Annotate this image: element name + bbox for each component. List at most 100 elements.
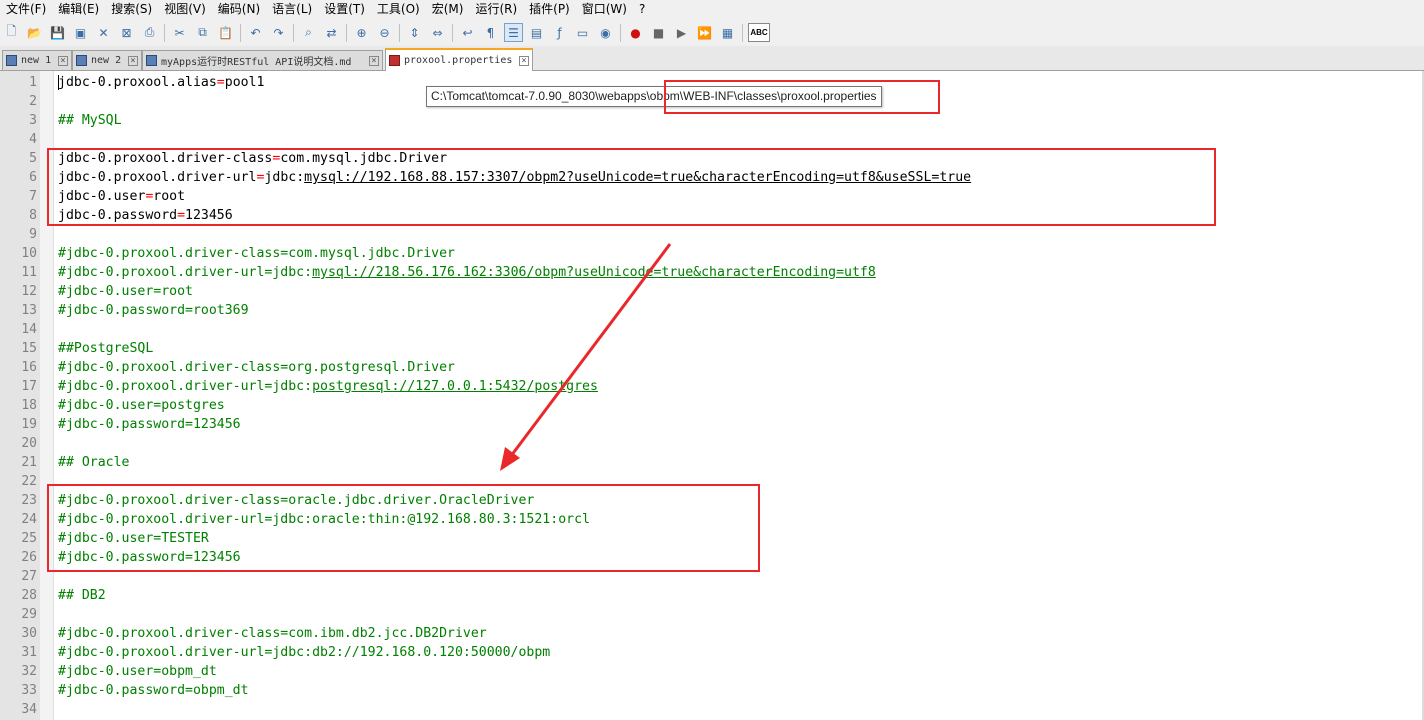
function-list-icon[interactable]: ƒ — [550, 23, 569, 42]
close-icon[interactable]: ✕ — [94, 23, 113, 42]
close-all-icon[interactable]: ⊠ — [117, 23, 136, 42]
doc-map-icon[interactable]: ▤ — [527, 23, 546, 42]
comment-body: #jdbc-0.proxool.driver-class=org.postgre… — [58, 360, 455, 375]
comment-body: #jdbc-0.password=123456 — [58, 550, 241, 565]
print-icon[interactable]: ⎙ — [140, 23, 159, 42]
save-icon[interactable]: 💾 — [48, 23, 67, 42]
tab-close-icon[interactable]: × — [519, 55, 529, 66]
comment-body: #jdbc-0.proxool.driver-url=jdbc:db2://19… — [58, 645, 551, 660]
menu-item-0[interactable]: 文件(F) — [0, 0, 52, 19]
code-line: 9 — [0, 225, 1424, 244]
toolbar-separator — [399, 23, 400, 42]
menu-item-9[interactable]: 运行(R) — [469, 0, 523, 19]
url-link[interactable]: postgresql://127.0.0.1:5432/postgres — [312, 379, 598, 394]
menu-item-3[interactable]: 视图(V) — [158, 0, 212, 19]
code-line: 6 jdbc-0.proxool.driver-url=jdbc:mysql://… — [0, 168, 1424, 187]
redo-icon[interactable]: ↷ — [269, 23, 288, 42]
menu-item-12[interactable]: ? — [633, 0, 651, 19]
code-text: jdbc-0.proxool.driver-class=com.mysql.jd… — [58, 149, 447, 168]
save-macro-icon[interactable]: ▦ — [718, 23, 737, 42]
cut-icon[interactable]: ✂ — [170, 23, 189, 42]
tab-2[interactable]: myApps运行时RESTful API说明文档.md × — [142, 50, 383, 70]
code-line: 32 #jdbc-0.user=obpm_dt — [0, 662, 1424, 681]
code-line: 18 #jdbc-0.user=postgres — [0, 396, 1424, 415]
paste-icon[interactable]: 📋 — [216, 23, 235, 42]
line-number: 3 — [29, 113, 37, 128]
menu-item-11[interactable]: 窗口(W) — [576, 0, 633, 19]
code-line: 27 — [0, 567, 1424, 586]
tab-label: new 1 — [21, 55, 52, 66]
editor[interactable]: 1 jdbc-0.proxool.alias=pool1 2 3 ## MySQL 4 5 j… — [0, 71, 1424, 720]
tab-1[interactable]: new 2 × — [72, 50, 142, 70]
menu-item-7[interactable]: 工具(O) — [371, 0, 426, 19]
monitor-icon[interactable]: ◉ — [596, 23, 615, 42]
comment-text: #jdbc-0.proxool.driver-url=jdbc:postgres… — [58, 377, 598, 396]
line-number: 5 — [29, 151, 37, 166]
tab-3[interactable]: proxool.properties × — [385, 48, 533, 71]
line-number: 17 — [21, 379, 37, 394]
tab-label: myApps运行时RESTful API说明文档.md — [161, 57, 352, 68]
comment-text: ##PostgreSQL — [58, 339, 153, 358]
comment-body: #jdbc-0.user=TESTER — [58, 531, 209, 546]
property-value: pool1 — [224, 75, 265, 90]
comment-body: #jdbc-0.password=123456 — [58, 417, 241, 432]
code-line: 13 #jdbc-0.password=root369 — [0, 301, 1424, 320]
menu-item-4[interactable]: 编码(N) — [212, 0, 266, 19]
run-macro-multiple-icon[interactable]: ⏩ — [695, 23, 714, 42]
undo-icon[interactable]: ↶ — [246, 23, 265, 42]
zoom-in-icon[interactable]: ⊕ — [352, 23, 371, 42]
wrap-icon[interactable]: ↩ — [458, 23, 477, 42]
play-macro-icon[interactable]: ▶ — [672, 23, 691, 42]
zoom-out-icon[interactable]: ⊖ — [375, 23, 394, 42]
tab-close-icon[interactable]: × — [369, 55, 379, 66]
show-all-chars-icon[interactable]: ¶ — [481, 23, 500, 42]
property-value: jdbc: — [264, 170, 305, 185]
comment-body: #jdbc-0.proxool.driver-class=oracle.jdbc… — [58, 493, 535, 508]
sync-vertical-icon[interactable]: ⇕ — [405, 23, 424, 42]
comment-body: #jdbc-0.proxool.driver-class=com.mysql.j… — [58, 246, 455, 261]
file-path-tooltip: C:\Tomcat\tomcat-7.0.90_8030\webapps\obp… — [426, 86, 882, 107]
code-line: 30 #jdbc-0.proxool.driver-class=com.ibm.d… — [0, 624, 1424, 643]
code-line: 5 jdbc-0.proxool.driver-class=com.mysql.j… — [0, 149, 1424, 168]
indent-guide-icon[interactable]: ☰ — [504, 23, 523, 42]
spellcheck-icon[interactable]: ABC — [748, 23, 770, 42]
line-number: 13 — [21, 303, 37, 318]
property-value: com.mysql.jdbc.Driver — [280, 151, 448, 166]
line-number: 31 — [21, 645, 37, 660]
line-number: 11 — [21, 265, 37, 280]
menu-item-5[interactable]: 语言(L) — [266, 0, 318, 19]
url-link[interactable]: mysql://218.56.176.162:3306/obpm?useUnic… — [312, 265, 876, 280]
tab-close-icon[interactable]: × — [58, 55, 68, 66]
menu-item-8[interactable]: 宏(M) — [426, 0, 470, 19]
save-all-icon[interactable]: ▣ — [71, 23, 90, 42]
menu-item-10[interactable]: 插件(P) — [523, 0, 576, 19]
menu-item-2[interactable]: 搜索(S) — [105, 0, 158, 19]
menu-bar: 文件(F) 编辑(E) 搜索(S) 视图(V) 编码(N) 语言(L) 设置(T) 工具(O)… — [0, 0, 1424, 19]
menu-item-1[interactable]: 编辑(E) — [52, 0, 105, 19]
comment-text: #jdbc-0.proxool.driver-class=oracle.jdbc… — [58, 491, 534, 510]
code-line: 15 ##PostgreSQL — [0, 339, 1424, 358]
copy-icon[interactable]: ⧉ — [193, 23, 212, 42]
sync-horizontal-icon[interactable]: ⇔ — [428, 23, 447, 42]
comment-body: #jdbc-0.user=obpm_dt — [58, 664, 217, 679]
menu-item-6[interactable]: 设置(T) — [318, 0, 371, 19]
record-macro-icon[interactable]: ● — [626, 23, 645, 42]
url-link[interactable]: mysql://192.168.88.157:3307/obpm2?useUni… — [304, 170, 971, 185]
comment-text: ## DB2 — [58, 586, 106, 605]
find-icon[interactable]: ⌕ — [299, 23, 318, 42]
replace-icon[interactable]: ⇄ — [322, 23, 341, 42]
assign-operator: = — [216, 75, 225, 90]
folder-workspace-icon[interactable]: ▭ — [573, 23, 592, 42]
tab-close-icon[interactable]: × — [128, 55, 138, 66]
property-key: jdbc-0.user — [58, 189, 146, 204]
save-state-icon — [76, 55, 87, 66]
code-text: jdbc-0.proxool.alias=pool1 — [58, 73, 264, 92]
stop-macro-icon[interactable]: ■ — [649, 23, 668, 42]
save-state-icon — [6, 55, 17, 66]
open-file-icon[interactable]: 📂 — [25, 23, 44, 42]
line-number: 7 — [29, 189, 37, 204]
code-line: 25 #jdbc-0.user=TESTER — [0, 529, 1424, 548]
new-file-icon[interactable]: 🗋 — [2, 23, 21, 42]
comment-text: #jdbc-0.proxool.driver-url=jdbc:oracle:t… — [58, 510, 590, 529]
tab-0[interactable]: new 1 × — [2, 50, 72, 70]
